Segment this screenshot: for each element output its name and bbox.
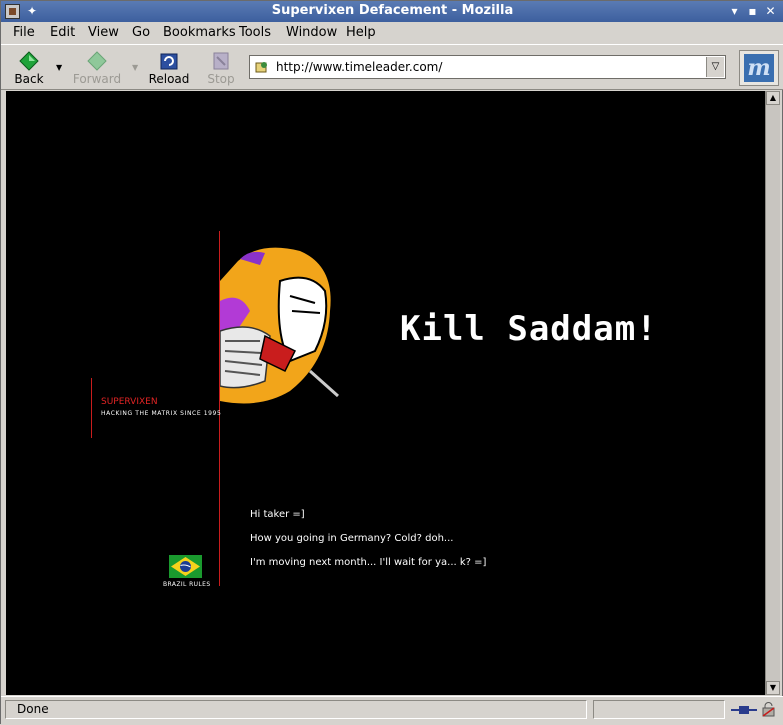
stop-label: Stop [207, 72, 235, 86]
reload-label: Reload [148, 72, 190, 86]
forward-label: Forward [72, 72, 122, 86]
title-bar: ✦ Supervixen Defacement - Mozilla ▾ ▪ ✕ [1, 1, 783, 22]
forward-button[interactable]: Forward [69, 49, 125, 87]
red-brand-divider [91, 378, 92, 438]
flag-caption: BRAZIL RULES [163, 581, 211, 588]
stop-button[interactable]: Stop [193, 49, 249, 87]
menu-edit[interactable]: Edit [50, 25, 75, 40]
menu-help[interactable]: Help [346, 25, 376, 40]
menu-bar: File Edit View Go Bookmarks Tools Window… [1, 22, 783, 44]
url-input[interactable] [276, 59, 696, 75]
maximize-icon[interactable]: ▪ [745, 4, 760, 19]
brand-tagline: HACKING THE MATRIX SINCE 1995 [101, 410, 222, 417]
menu-window[interactable]: Window [286, 25, 337, 40]
reload-icon [160, 53, 178, 70]
brand-name: SUPERVIXEN [101, 397, 158, 407]
mozilla-m-icon: m [744, 54, 774, 82]
scroll-up-icon[interactable]: ▲ [766, 91, 780, 105]
browser-window: ✦ Supervixen Defacement - Mozilla ▾ ▪ ✕ … [0, 0, 783, 725]
menu-file[interactable]: File [13, 25, 35, 40]
navigation-toolbar: Back ▼ Forward ▼ Reload Stop http://www.… [1, 44, 783, 90]
back-arrow-icon [19, 51, 39, 71]
message-line: How you going in Germany? Cold? doh... [250, 533, 454, 544]
vertical-scrollbar[interactable]: ▲ ▼ [765, 91, 780, 695]
mozilla-throbber-logo[interactable]: m [739, 50, 779, 86]
forward-arrow-icon [87, 51, 107, 71]
url-bar[interactable]: ▽ [249, 55, 726, 79]
menu-bookmarks[interactable]: Bookmarks [163, 25, 236, 40]
status-panel [5, 700, 587, 719]
menu-view[interactable]: View [88, 25, 119, 40]
headline: Kill Saddam! [400, 309, 658, 349]
url-history-chevron-icon[interactable]: ▽ [706, 57, 724, 77]
message-line: I'm moving next month... I'll wait for y… [250, 557, 487, 568]
progress-bar [593, 700, 725, 719]
status-text: Done [17, 702, 49, 716]
page-content: Kill Saddam! SUPERVIXEN HACKING THE MATR… [6, 91, 765, 695]
close-icon[interactable]: ✕ [763, 4, 778, 19]
menu-go[interactable]: Go [132, 25, 150, 40]
scroll-down-icon[interactable]: ▼ [766, 681, 780, 695]
message-line: Hi taker =] [250, 509, 305, 520]
back-label: Back [14, 72, 44, 86]
menu-tools[interactable]: Tools [239, 25, 271, 40]
brazil-flag-icon [169, 555, 202, 578]
forward-history-chevron-icon[interactable]: ▼ [132, 63, 138, 72]
reload-button[interactable]: Reload [141, 49, 197, 87]
stop-icon [213, 52, 229, 70]
back-button[interactable]: Back [1, 49, 57, 87]
status-bar: Done [1, 696, 783, 725]
site-icon [255, 62, 267, 73]
back-history-chevron-icon[interactable]: ▼ [56, 63, 62, 72]
window-title: Supervixen Defacement - Mozilla [271, 3, 514, 18]
online-status-icon[interactable] [731, 703, 757, 717]
security-lock-icon[interactable] [761, 702, 776, 717]
cartoon-character-image [220, 247, 339, 404]
minimize-icon[interactable]: ▾ [727, 4, 742, 19]
